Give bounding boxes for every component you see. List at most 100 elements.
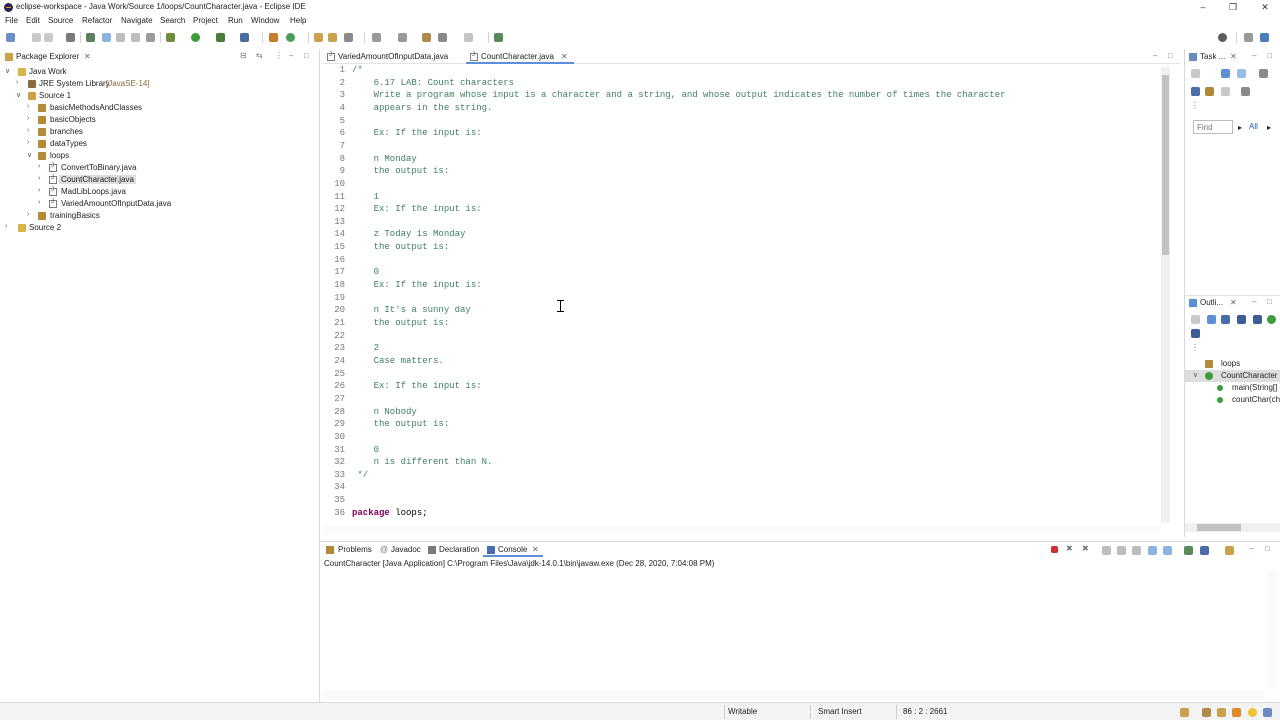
code-line[interactable]: 12 Ex: If the input is: (323, 204, 1160, 217)
tab-varied-amount[interactable]: VariedAmountOfInputData.java (338, 52, 448, 61)
tray-icon-2[interactable] (1202, 708, 1211, 717)
code-line[interactable]: 35 (323, 495, 1160, 508)
remove-all-launches-icon[interactable]: ✖ (1082, 544, 1089, 553)
menu-source[interactable]: Source (48, 16, 73, 25)
chevron-down-icon[interactable]: ∨ (5, 67, 10, 75)
maximize-view-icon[interactable]: □ (1267, 51, 1272, 60)
code-line[interactable]: 21 the output is: (323, 318, 1160, 331)
code-line[interactable]: 13 (323, 217, 1160, 230)
menu-refactor[interactable]: Refactor (82, 16, 112, 25)
code-line[interactable]: 11 1 (323, 192, 1160, 205)
tree-item-count-character[interactable]: › CountCharacter.java (0, 174, 319, 186)
code-line[interactable]: 36 package loops; (323, 508, 1160, 521)
highlight-icon[interactable] (102, 33, 111, 42)
chevron-right-icon[interactable]: › (38, 163, 40, 170)
outline-item-main[interactable]: main(String[] (1185, 382, 1280, 394)
chevron-right-icon[interactable]: › (5, 223, 7, 230)
code-line[interactable]: 7 (323, 141, 1160, 154)
code-line[interactable]: 1 /* (323, 65, 1160, 78)
open-perspective-icon[interactable] (1244, 33, 1253, 42)
show-stdout-icon[interactable] (1148, 546, 1157, 555)
sort-icon[interactable] (1207, 315, 1216, 324)
close-icon[interactable]: ✕ (1230, 298, 1237, 307)
terminal-icon[interactable] (66, 33, 75, 42)
tray-icon-4[interactable] (1232, 708, 1241, 717)
tab-console[interactable]: Console ✕ (483, 543, 543, 557)
close-icon[interactable]: ✕ (84, 52, 91, 61)
chevron-down-icon[interactable]: ∨ (27, 151, 32, 159)
chevron-right-icon[interactable]: › (38, 187, 40, 194)
tree-item-source-2[interactable]: › Source 2 (0, 222, 319, 234)
menu-navigate[interactable]: Navigate (121, 16, 153, 25)
chevron-right-icon[interactable]: › (27, 139, 29, 146)
close-icon[interactable]: ✕ (561, 52, 568, 61)
categorized-icon[interactable] (1221, 69, 1230, 78)
menu-project[interactable]: Project (193, 16, 218, 25)
save-icon[interactable] (32, 33, 41, 42)
tree-item-branches[interactable]: › branches (0, 126, 319, 138)
code-line[interactable]: 19 (323, 293, 1160, 306)
tree-item-source-1[interactable]: ∨ Source 1 (0, 90, 319, 102)
console-horizontal-scrollbar[interactable] (324, 691, 1266, 699)
pin-console-icon[interactable] (1184, 546, 1193, 555)
link-with-editor-icon[interactable]: ⇆ (256, 51, 263, 60)
display-console-icon[interactable] (1200, 546, 1209, 555)
code-line[interactable]: 2 6.17 LAB: Count characters (323, 78, 1160, 91)
open-console-icon[interactable] (1225, 546, 1234, 555)
tab-outline[interactable]: Outli... (1200, 298, 1223, 307)
search-icon[interactable] (1218, 33, 1227, 42)
code-line[interactable]: 25 (323, 369, 1160, 382)
java-perspective-icon[interactable] (1260, 33, 1269, 42)
code-line[interactable]: 15 the output is: (323, 242, 1160, 255)
show-whitespace-icon[interactable] (146, 33, 155, 42)
save-all-icon[interactable] (44, 33, 53, 42)
last-edit-location-icon[interactable] (422, 33, 431, 42)
code-line[interactable]: 4 appears in the string. (323, 103, 1160, 116)
synchronize-icon[interactable] (1205, 87, 1214, 96)
next-annotation-icon[interactable] (372, 33, 381, 42)
new-java-project-icon[interactable] (269, 33, 278, 42)
all-link[interactable]: All (1249, 122, 1258, 131)
open-type-icon[interactable] (314, 33, 323, 42)
minimize-view-icon[interactable]: – (1252, 51, 1256, 60)
tree-item-jre-system-library[interactable]: › JRE System Library [JavaSE-14] (0, 78, 319, 90)
code-line[interactable]: 23 2 (323, 343, 1160, 356)
outline-item-count-character[interactable]: ∨ CountCharacter (1185, 370, 1280, 382)
new-java-class-icon[interactable] (286, 33, 295, 42)
menu-search[interactable]: Search (160, 16, 185, 25)
tray-icon-1[interactable] (1180, 708, 1189, 717)
word-wrap-icon[interactable] (131, 33, 140, 42)
tray-icon-5[interactable] (1248, 708, 1257, 717)
menu-file[interactable]: File (5, 16, 18, 25)
chevron-right-icon[interactable]: › (16, 79, 18, 86)
pin-editor-icon[interactable] (494, 33, 503, 42)
tree-item-data-types[interactable]: › dataTypes (0, 138, 319, 150)
all-arrow-icon[interactable]: ▸ (1267, 123, 1271, 132)
scheduled-icon[interactable] (1237, 69, 1246, 78)
code-line[interactable]: 31 0 (323, 445, 1160, 458)
code-line[interactable]: 34 (323, 482, 1160, 495)
code-line[interactable]: 33 */ (323, 470, 1160, 483)
chevron-down-icon[interactable]: ∨ (1193, 371, 1198, 379)
show-stderr-icon[interactable] (1163, 546, 1172, 555)
console-output[interactable] (324, 571, 1266, 689)
code-line[interactable]: 6 Ex: If the input is: (323, 128, 1160, 141)
minimize-view-icon[interactable]: – (1252, 297, 1256, 306)
minimize-view-icon[interactable]: – (1249, 544, 1253, 553)
code-line[interactable]: 26 Ex: If the input is: (323, 381, 1160, 394)
code-line[interactable]: 27 (323, 394, 1160, 407)
code-line[interactable]: 16 (323, 255, 1160, 268)
maximize-view-icon[interactable]: □ (1265, 544, 1270, 553)
tab-task-list[interactable]: Task ... (1200, 52, 1225, 61)
tree-item-mad-lib-loops[interactable]: › MadLibLoops.java (0, 186, 319, 198)
tab-package-explorer[interactable]: Package Explorer (16, 52, 79, 61)
close-window-button[interactable]: ✕ (1250, 0, 1280, 15)
new-task-icon[interactable] (1191, 69, 1200, 78)
debug-icon[interactable] (166, 33, 175, 42)
scrollbar-thumb[interactable] (1162, 75, 1169, 255)
tab-count-character[interactable]: CountCharacter.java ✕ (466, 50, 574, 64)
tray-icon-6[interactable] (1263, 708, 1272, 717)
chevron-right-icon[interactable]: › (27, 127, 29, 134)
code-line[interactable]: 29 the output is: (323, 419, 1160, 432)
scroll-lock-icon[interactable] (1117, 546, 1126, 555)
